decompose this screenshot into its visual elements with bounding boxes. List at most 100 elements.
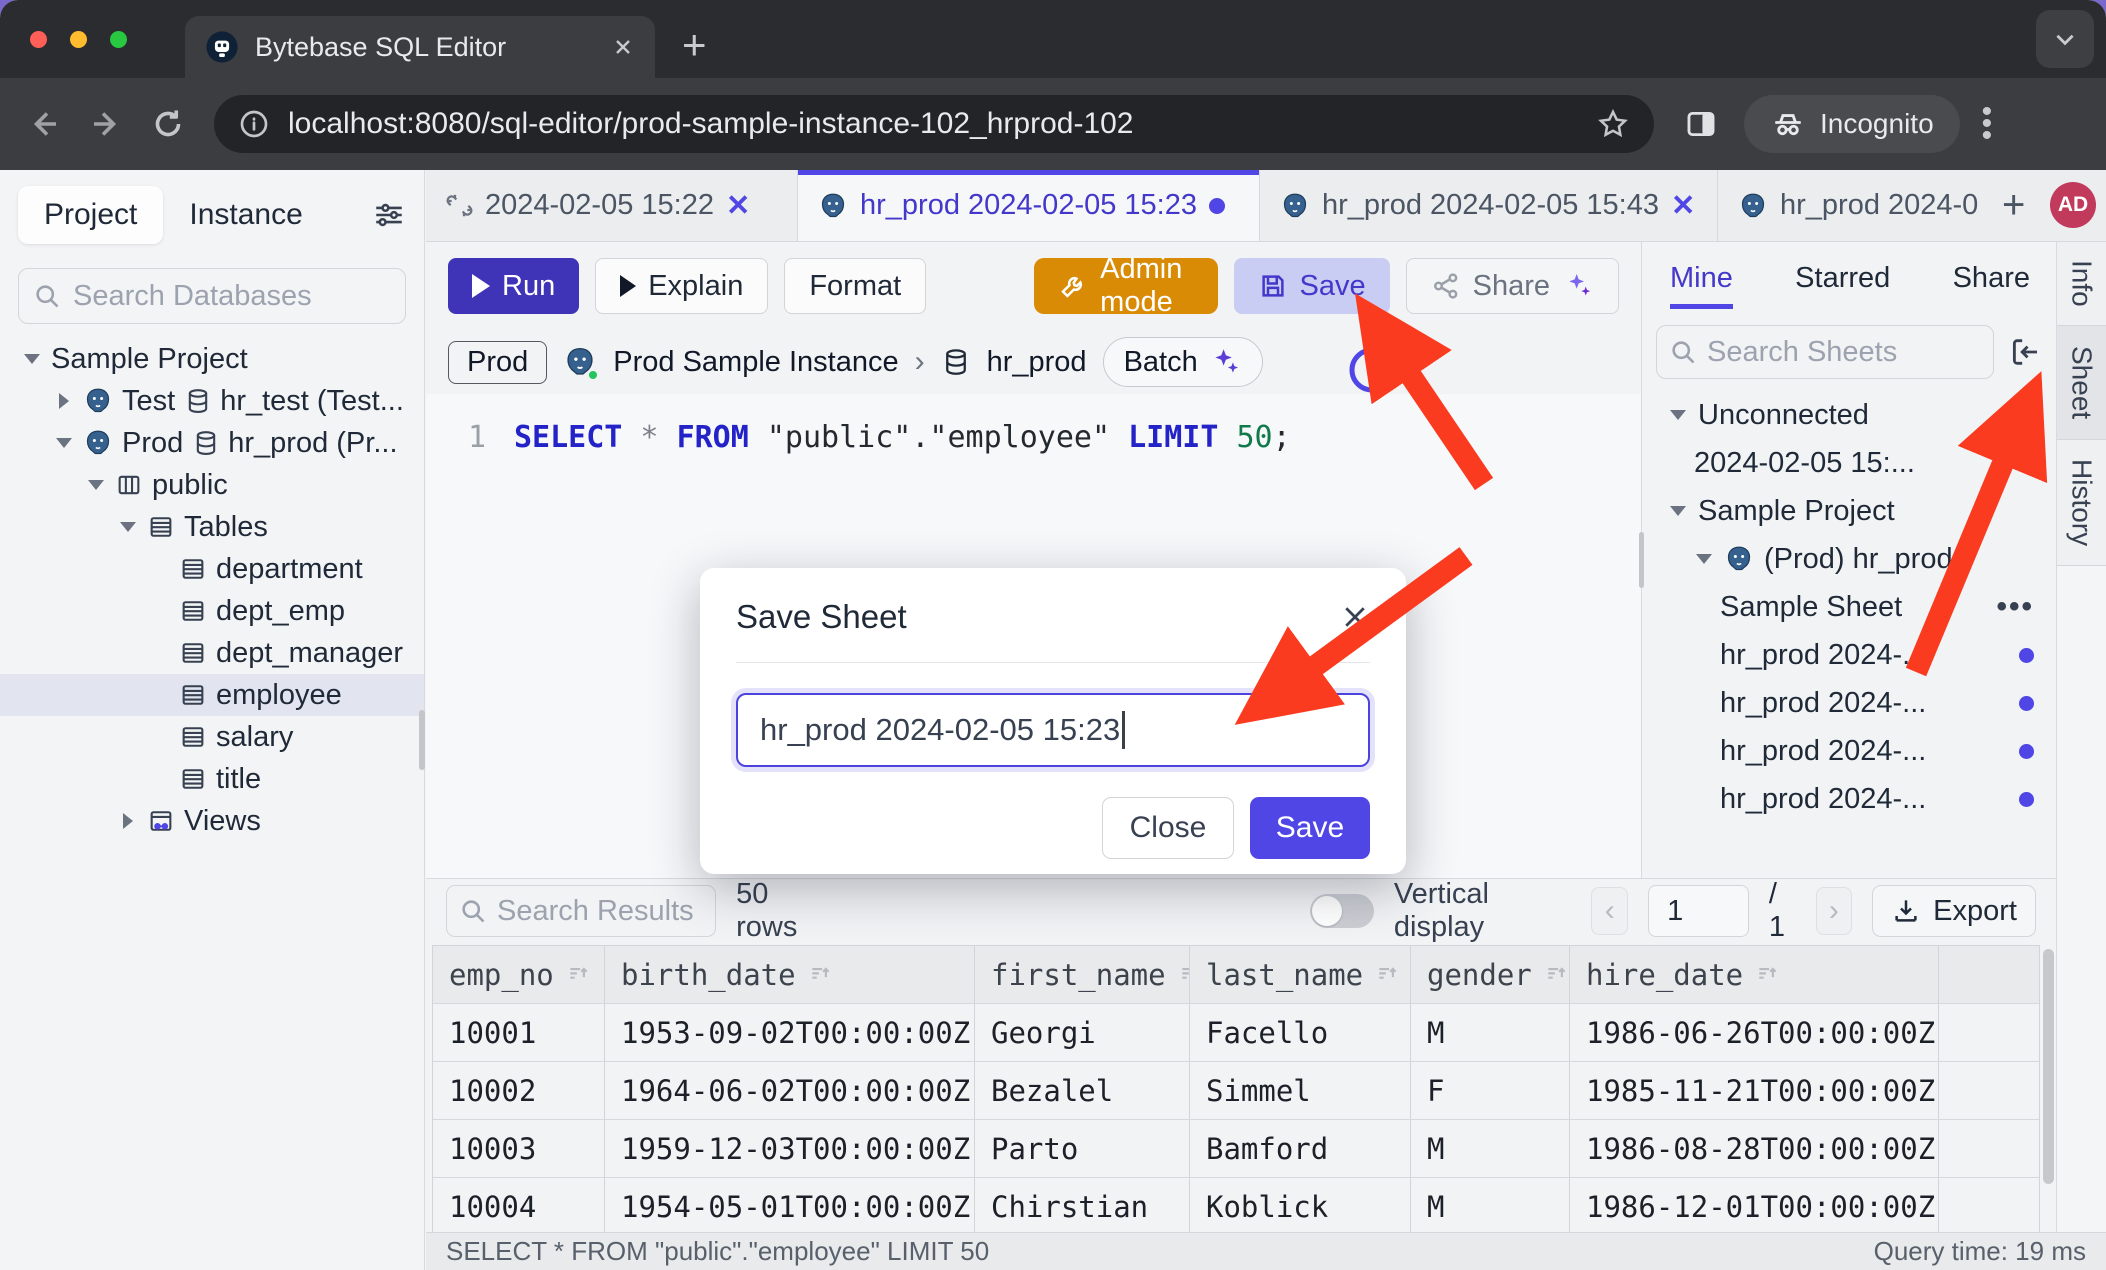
caret-down-icon[interactable] (1668, 506, 1688, 516)
close-tab-icon[interactable]: ✕ (726, 188, 750, 223)
sort-icon[interactable] (566, 962, 592, 988)
table-row[interactable]: 100021964-06-02T00:00:00ZBezalelSimmelF1… (433, 1062, 2039, 1120)
caret-right-icon[interactable] (118, 813, 138, 829)
save-button[interactable]: Save (1234, 258, 1390, 314)
tree-item-views[interactable]: Views (0, 800, 424, 842)
tree-item-dept-emp[interactable]: dept_emp (0, 590, 424, 632)
column-header-first_name[interactable]: first_name (975, 946, 1190, 1003)
share-button[interactable]: Share (1406, 258, 1619, 314)
sheet-name-input[interactable]: hr_prod 2024-02-05 15:23 (736, 693, 1370, 767)
close-tab-icon[interactable] (611, 35, 635, 59)
instance-name[interactable]: Prod Sample Instance (613, 346, 898, 379)
rail-tab-sheet[interactable]: Sheet (2057, 326, 2106, 440)
add-sheet-tab-button[interactable]: + (1986, 170, 2041, 241)
sheet-panel-resize-handle[interactable] (1639, 532, 1644, 588)
caret-down-icon[interactable] (22, 354, 42, 364)
filter-sliders-icon[interactable] (372, 198, 406, 232)
tree-item-employee[interactable]: employee (0, 674, 424, 716)
export-button[interactable]: Export (1872, 885, 2036, 937)
sheet-item-menu-icon[interactable]: ••• (1996, 590, 2034, 624)
bookmark-star-icon[interactable] (1596, 107, 1630, 141)
table-row[interactable]: 100011953-09-02T00:00:00ZGeorgiFacelloM1… (433, 1004, 2039, 1062)
sidebar-resize-handle[interactable] (419, 710, 425, 770)
back-icon[interactable] (26, 106, 62, 142)
tab-project[interactable]: Project (18, 186, 163, 244)
column-header-emp_no[interactable]: emp_no (433, 946, 605, 1003)
environment-chip[interactable]: Prod (448, 341, 547, 384)
table-row[interactable]: 100031959-12-03T00:00:00ZPartoBamfordM19… (433, 1120, 2039, 1178)
tree-item-dept-manager[interactable]: dept_manager (0, 632, 424, 674)
sheet-item-hr-prod-2024-[interactable]: hr_prod 2024-... (1642, 775, 2056, 823)
column-header-hire_date[interactable]: hire_date (1570, 946, 1939, 1003)
maximize-window-button[interactable] (110, 31, 127, 48)
tree-item-salary[interactable]: salary (0, 716, 424, 758)
site-info-icon[interactable] (238, 108, 270, 140)
dialog-save-button[interactable]: Save (1250, 797, 1370, 859)
caret-down-icon[interactable] (1668, 410, 1688, 420)
tree-item-department[interactable]: department (0, 548, 424, 590)
tree-item-test[interactable]: Testhr_test (Test... (0, 380, 424, 422)
sort-icon[interactable] (808, 962, 834, 988)
editor-tab-3[interactable]: hr_prod 2024-02-05 15:43 ✕ (1260, 170, 1718, 241)
next-page-button[interactable]: › (1816, 887, 1853, 935)
sort-icon[interactable] (1755, 962, 1781, 988)
table-row[interactable]: 100041954-05-01T00:00:00ZChirstianKoblic… (433, 1178, 2039, 1232)
vertical-display-toggle[interactable] (1310, 894, 1374, 928)
sheet-item-hr-prod-2024-[interactable]: hr_prod 2024-... (1642, 727, 2056, 775)
tab-mine[interactable]: Mine (1670, 262, 1733, 309)
column-header-gender[interactable]: gender (1411, 946, 1570, 1003)
format-button[interactable]: Format (784, 258, 926, 314)
tree-item-title[interactable]: title (0, 758, 424, 800)
column-header-last_name[interactable]: last_name (1190, 946, 1411, 1003)
rail-tab-info[interactable]: Info (2057, 242, 2106, 326)
run-button[interactable]: Run (448, 258, 579, 314)
batch-toggle[interactable]: Batch (1103, 337, 1263, 387)
forward-icon[interactable] (88, 106, 124, 142)
sheet-item-sample-sheet[interactable]: Sample Sheet••• (1642, 583, 2056, 631)
rail-tab-history[interactable]: History (2057, 440, 2106, 566)
caret-down-icon[interactable] (54, 438, 74, 448)
minimize-window-button[interactable] (70, 31, 87, 48)
tab-share[interactable]: Share (1953, 262, 2030, 309)
editor-tab-2-active[interactable]: hr_prod 2024-02-05 15:23 (798, 170, 1260, 241)
sheet-item-hr-prod-2024-[interactable]: hr_prod 2024-... (1642, 679, 2056, 727)
close-dialog-icon[interactable] (1340, 602, 1370, 632)
collapse-panel-icon[interactable] (2008, 335, 2042, 369)
close-window-button[interactable] (30, 31, 47, 48)
tree-item-public[interactable]: public (0, 464, 424, 506)
sheet-item-hr-prod-2024-[interactable]: hr_prod 2024-... (1642, 631, 2056, 679)
database-name[interactable]: hr_prod (987, 346, 1087, 379)
explain-button[interactable]: Explain (595, 258, 768, 314)
address-bar[interactable]: localhost:8080/sql-editor/prod-sample-in… (214, 95, 1654, 153)
sheet-item-unconnected[interactable]: Unconnected (1642, 391, 2056, 439)
avatar[interactable]: AD (2050, 182, 2096, 228)
search-results-input[interactable]: Search Results (446, 885, 716, 937)
search-sheets-input[interactable]: Search Sheets (1656, 325, 1994, 379)
browser-tab[interactable]: Bytebase SQL Editor (185, 16, 655, 78)
caret-right-icon[interactable] (54, 393, 74, 409)
editor-tab-4[interactable]: hr_prod 2024-0 (1718, 170, 1986, 241)
sort-icon[interactable] (1375, 962, 1401, 988)
sheet-item-sample-project[interactable]: Sample Project (1642, 487, 2056, 535)
sheet-item--prod-hr-prod[interactable]: (Prod) hr_prod (1642, 535, 2056, 583)
search-databases-input[interactable]: Search Databases (18, 268, 406, 324)
tree-item-sample-project[interactable]: Sample Project (0, 338, 424, 380)
prev-page-button[interactable]: ‹ (1591, 887, 1628, 935)
admin-mode-button[interactable]: Admin mode (1034, 258, 1217, 314)
tree-item-prod[interactable]: Prodhr_prod (Pr... (0, 422, 424, 464)
dialog-close-button[interactable]: Close (1102, 797, 1234, 859)
reload-icon[interactable] (150, 106, 186, 142)
sheet-item-2024-02-05-15-[interactable]: 2024-02-05 15:... (1642, 439, 2056, 487)
results-scrollbar[interactable] (2043, 949, 2054, 1184)
caret-down-icon[interactable] (86, 480, 106, 490)
sort-icon[interactable] (1178, 962, 1190, 988)
new-tab-button[interactable]: + (682, 24, 707, 66)
tab-search-button[interactable] (2036, 10, 2094, 68)
tab-starred[interactable]: Starred (1795, 262, 1890, 309)
editor-tab-1[interactable]: 2024-02-05 15:22 ✕ (426, 170, 798, 241)
tab-instance[interactable]: Instance (163, 186, 328, 244)
close-tab-icon[interactable]: ✕ (1671, 188, 1695, 223)
sort-icon[interactable] (1544, 962, 1570, 988)
caret-down-icon[interactable] (1694, 554, 1714, 564)
side-panel-icon[interactable] (1684, 107, 1718, 141)
